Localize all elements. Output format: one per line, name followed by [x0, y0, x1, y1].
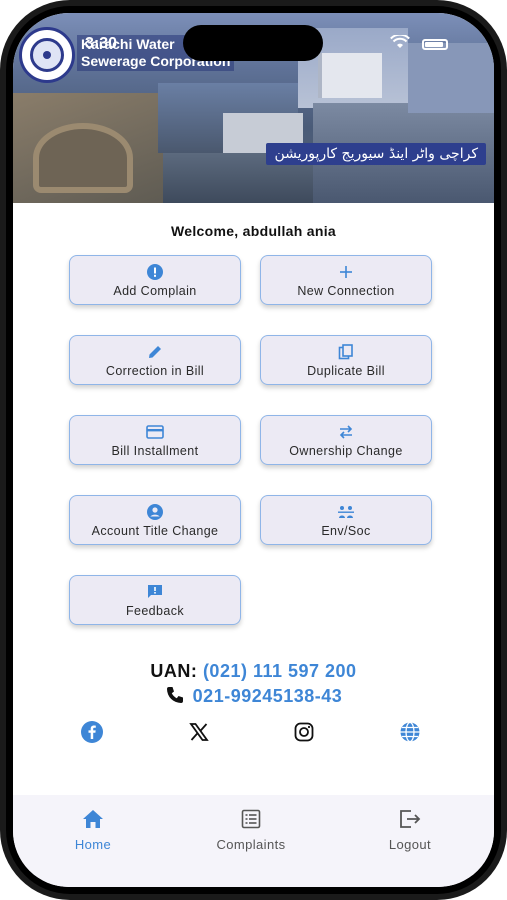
copy-icon — [338, 344, 353, 360]
env-soc-button[interactable]: Env/Soc — [260, 495, 432, 545]
urdu-org-name: کراچی واٹر اینڈ سیوریج کارپوریشن — [266, 143, 486, 165]
bottom-navigation: Home Complaints Logout — [13, 795, 494, 887]
wifi-icon — [390, 35, 410, 48]
pencil-icon — [149, 346, 161, 358]
battery-icon — [422, 39, 448, 50]
uan-number-link[interactable]: (021) 111 597 200 — [203, 661, 357, 681]
facebook-link[interactable] — [81, 721, 103, 743]
app-screen: Karachi Water Sewerage Corporation 3:30 … — [13, 13, 494, 887]
add-complain-label: Add Complain — [113, 284, 197, 298]
nav-logout[interactable]: Logout — [350, 809, 470, 852]
nav-logout-label: Logout — [388, 837, 432, 852]
nav-complaints[interactable]: Complaints — [191, 809, 311, 852]
mute-switch — [0, 150, 4, 180]
x-icon — [189, 723, 209, 741]
env-soc-label: Env/Soc — [321, 524, 371, 538]
power-button — [503, 220, 507, 300]
ownership-change-button[interactable]: Ownership Change — [260, 415, 432, 465]
phone-icon — [166, 687, 183, 703]
new-connection-label: New Connection — [297, 284, 395, 298]
feedback-label: Feedback — [125, 604, 185, 618]
duplicate-bill-button[interactable]: Duplicate Bill — [260, 335, 432, 385]
new-connection-button[interactable]: New Connection — [260, 255, 432, 305]
account-title-change-button[interactable]: Account Title Change — [69, 495, 241, 545]
website-link[interactable] — [399, 721, 421, 743]
nav-home-label: Home — [74, 837, 112, 852]
phone-device: Karachi Water Sewerage Corporation 3:30 … — [0, 0, 507, 900]
instagram-link[interactable] — [293, 721, 315, 743]
nav-home[interactable]: Home — [33, 809, 153, 852]
people-icon — [338, 506, 354, 518]
list-icon — [241, 809, 261, 829]
x-link[interactable] — [188, 721, 210, 743]
duplicate-bill-label: Duplicate Bill — [307, 364, 385, 378]
plus-icon — [340, 266, 352, 278]
home-icon — [83, 810, 103, 828]
correction-in-bill-button[interactable]: Correction in Bill — [69, 335, 241, 385]
uan-line: UAN: (021) 111 597 200 — [13, 661, 494, 682]
logout-icon — [400, 810, 421, 828]
facebook-icon — [81, 721, 103, 743]
feedback-button[interactable]: Feedback — [69, 575, 241, 625]
feedback-icon — [148, 585, 162, 598]
status-time: 3:30 — [85, 35, 118, 52]
add-complain-button[interactable]: Add Complain — [69, 255, 241, 305]
dynamic-island — [183, 25, 323, 61]
welcome-message: Welcome, abdullah ania — [170, 223, 337, 239]
account-circle-icon — [147, 504, 163, 520]
nav-complaints-label: Complaints — [216, 837, 286, 852]
kwsc-logo — [19, 27, 75, 83]
phone-line[interactable]: 021-99245138-43 — [13, 685, 494, 707]
volume-down-button — [0, 270, 4, 325]
bill-installment-button[interactable]: Bill Installment — [69, 415, 241, 465]
header-banner: Karachi Water Sewerage Corporation 3:30 … — [13, 13, 494, 203]
instagram-icon — [294, 722, 314, 742]
swap-arrows-icon — [339, 425, 353, 439]
phone-number: 021-99245138-43 — [192, 686, 343, 706]
uan-label: UAN: — [150, 661, 198, 681]
alert-circle-icon — [147, 264, 163, 280]
bill-installment-label: Bill Installment — [111, 444, 199, 458]
banner-photo-sky — [408, 43, 494, 113]
credit-card-icon — [146, 425, 164, 439]
ownership-change-label: Ownership Change — [289, 444, 403, 458]
globe-icon — [400, 721, 420, 743]
correction-in-bill-label: Correction in Bill — [105, 364, 205, 378]
volume-up-button — [0, 200, 4, 255]
account-title-change-label: Account Title Change — [91, 524, 219, 538]
